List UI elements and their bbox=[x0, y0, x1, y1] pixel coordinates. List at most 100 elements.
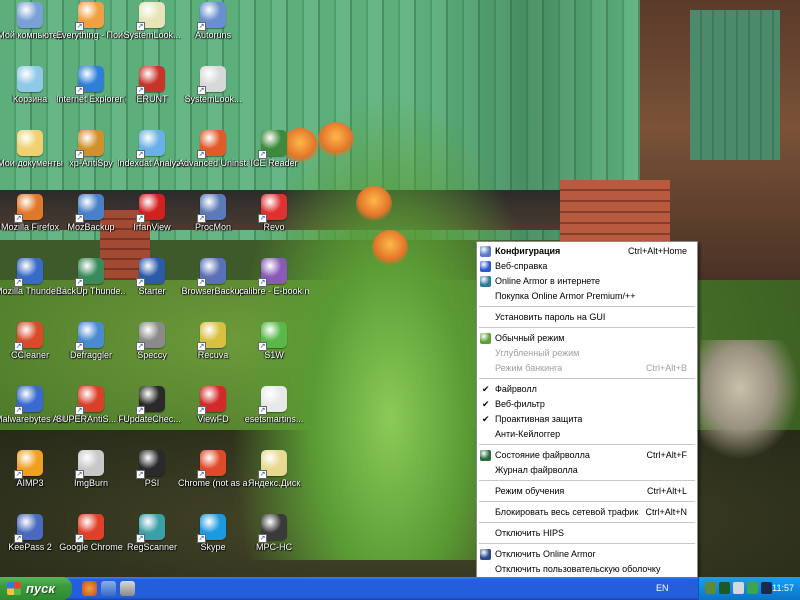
shortcut-arrow-icon: ↗ bbox=[75, 278, 84, 287]
desktop-icon-label: Advanced Uninstaller PR... bbox=[178, 158, 248, 168]
desktop-icon[interactable]: ↗ ViewFD bbox=[178, 386, 248, 424]
desktop-icon-label: Recuva bbox=[197, 350, 229, 360]
desktop-icon[interactable]: ↗ Skype bbox=[178, 514, 248, 552]
menu-item[interactable]: ✔ Файрволл bbox=[477, 382, 697, 397]
menu-item[interactable]: Отключить пользовательскую оболочку bbox=[477, 562, 697, 577]
desktop-icon-label: Skype bbox=[200, 542, 226, 552]
app-icon: ↗ bbox=[136, 2, 165, 31]
shortcut-arrow-icon: ↗ bbox=[258, 278, 267, 287]
desktop-icon[interactable]: ↗ MozBackup bbox=[56, 194, 126, 232]
desktop-icon[interactable]: ↗ SystemLook... bbox=[117, 2, 187, 40]
security-tray-icon[interactable] bbox=[733, 582, 744, 594]
desktop-icon[interactable]: ↗ UpdateChec... bbox=[117, 386, 187, 424]
shortcut-arrow-icon: ↗ bbox=[75, 150, 84, 159]
desktop-icon[interactable]: ↗Advanced Uninstaller PR... bbox=[178, 130, 248, 168]
menu-item-label: Журнал файрволла bbox=[495, 465, 578, 475]
desktop-icon[interactable]: ↗Internet Explorer (no... bbox=[56, 66, 126, 104]
shortcut-arrow-icon: ↗ bbox=[75, 214, 84, 223]
app-icon: ↗ bbox=[75, 194, 104, 223]
desktop-icon[interactable]: ↗ IrfanView bbox=[117, 194, 187, 232]
shortcut-arrow-icon: ↗ bbox=[258, 406, 267, 415]
online-armor-tray-icon[interactable] bbox=[719, 582, 730, 594]
menu-item-label: Отключить пользовательскую оболочку bbox=[495, 564, 661, 574]
desktop-icon[interactable]: ↗ ERUNT bbox=[117, 66, 187, 104]
app-tray-icon[interactable] bbox=[761, 582, 772, 594]
desktop-icon[interactable]: ↗ BackUp Thunde... bbox=[56, 258, 126, 296]
desktop-icon[interactable]: ↗ Recuva bbox=[178, 322, 248, 360]
desktop-icon[interactable]: ↗ Яндекс.Диск bbox=[239, 450, 309, 488]
desktop-icon[interactable]: ↗ Starter bbox=[117, 258, 187, 296]
desktop-icon[interactable]: ↗ Defraggler bbox=[56, 322, 126, 360]
menu-item[interactable]: Блокировать весь сетевой трафик Ctrl+Alt+… bbox=[477, 505, 697, 520]
desktop-icon[interactable]: ↗calibre - E-book management bbox=[239, 258, 309, 296]
menu-item[interactable]: ✔ Проактивная защита bbox=[477, 412, 697, 427]
desktop-icon[interactable]: ↗ RegScanner bbox=[117, 514, 187, 552]
menu-item[interactable]: Обычный режим bbox=[477, 331, 697, 346]
menu-item[interactable]: Online Armor в интернете bbox=[477, 274, 697, 289]
language-indicator[interactable]: EN bbox=[656, 577, 669, 600]
menu-item[interactable]: Конфигурация Ctrl+Alt+Home bbox=[477, 244, 697, 259]
desktop-icon-label: Starter bbox=[138, 286, 166, 296]
check-tray-icon[interactable] bbox=[747, 582, 758, 594]
app-icon: ↗ bbox=[136, 386, 165, 415]
desktop-icon[interactable]: ↗ ImgBurn bbox=[56, 450, 126, 488]
menu-item[interactable]: ✔ Веб-фильтр bbox=[477, 397, 697, 412]
menu-item-shortcut: Ctrl+Alt+F bbox=[646, 450, 687, 460]
menu-item[interactable]: Режим обучения Ctrl+Alt+L bbox=[477, 484, 697, 499]
menu-item[interactable]: Анти-Кейлоггер bbox=[477, 427, 697, 442]
desktop-icon[interactable]: ↗ S1W bbox=[239, 322, 309, 360]
app-quicklaunch-icon[interactable] bbox=[120, 581, 135, 596]
desktop-icon[interactable]: ↗ xp-AntiSpy bbox=[56, 130, 126, 168]
desktop-icon[interactable]: ↗ ICE Reader bbox=[239, 130, 309, 168]
app-icon: ↗ bbox=[197, 130, 226, 159]
start-button[interactable]: пуск bbox=[0, 577, 72, 600]
desktop-icon-label: Chrome (not as admin) bbox=[178, 478, 248, 488]
menu-item[interactable]: Журнал файрволла bbox=[477, 463, 697, 478]
config-icon bbox=[480, 246, 491, 257]
desktop-icon-label: S1W bbox=[264, 350, 284, 360]
menu-item-label: Отключить Online Armor bbox=[495, 549, 596, 559]
menu-item[interactable]: Отключить HIPS bbox=[477, 526, 697, 541]
shortcut-arrow-icon: ↗ bbox=[136, 278, 145, 287]
help-icon bbox=[480, 261, 491, 272]
menu-item[interactable]: Состояние файрволла Ctrl+Alt+F bbox=[477, 448, 697, 463]
app-icon: ↗ bbox=[258, 514, 287, 543]
menu-item-label: Углубленный режим bbox=[495, 348, 580, 358]
desktop-icon[interactable]: ↗ Indexdat Analyzer bbox=[117, 130, 187, 168]
desktop-icon[interactable]: ↗ BrowserBackup bbox=[178, 258, 248, 296]
desktop-icon[interactable]: ↗ SystemLook... bbox=[178, 66, 248, 104]
desktop-icon[interactable]: ↗ MPC-HC bbox=[239, 514, 309, 552]
desktop-icon[interactable]: ↗ Speccy bbox=[117, 322, 187, 360]
app-icon: ↗ bbox=[14, 322, 43, 351]
shortcut-arrow-icon: ↗ bbox=[258, 214, 267, 223]
menu-item[interactable]: Установить пароль на GUI bbox=[477, 310, 697, 325]
app-icon: ↗ bbox=[75, 130, 104, 159]
app-icon: ↗ bbox=[197, 322, 226, 351]
app-icon: ↗ bbox=[258, 130, 287, 159]
firefox-quicklaunch-icon[interactable] bbox=[82, 581, 97, 596]
clock[interactable]: 11:57 bbox=[772, 577, 794, 600]
desktop-icon[interactable]: ↗ Google Chrome bbox=[56, 514, 126, 552]
desktop-icon[interactable]: ↗ Everything - Поиск bbox=[56, 2, 126, 40]
desktop-icon[interactable]: ↗SUPERAntiS... Free Edition bbox=[56, 386, 126, 424]
menu-item[interactable]: Покупка Online Armor Premium/++ bbox=[477, 289, 697, 304]
desktop-icon[interactable]: ↗ esetsmartins... bbox=[239, 386, 309, 424]
menu-item[interactable]: Отключить Online Armor bbox=[477, 547, 697, 562]
desktop-icon-label: calibre - E-book management bbox=[239, 286, 309, 296]
desktop-icon[interactable]: ↗ PSI bbox=[117, 450, 187, 488]
desktop-icon[interactable]: ↗Chrome (not as admin) bbox=[178, 450, 248, 488]
desktop-icon[interactable]: ↗ Autoruns bbox=[178, 2, 248, 40]
desktop-icon-label: ERUNT bbox=[136, 94, 168, 104]
app-icon: ↗ bbox=[75, 66, 104, 95]
desktop-icon[interactable]: ↗ Revo bbox=[239, 194, 309, 232]
menu-item[interactable]: Веб-справка bbox=[477, 259, 697, 274]
menu-item-label: Веб-справка bbox=[495, 261, 548, 271]
network-tray-icon[interactable] bbox=[705, 582, 716, 594]
desktop-icon-label: BackUp Thunde... bbox=[56, 286, 126, 296]
desktop-icon[interactable]: ↗ ProcMon bbox=[178, 194, 248, 232]
show-desktop-quicklaunch-icon[interactable] bbox=[101, 581, 116, 596]
windows-logo-icon bbox=[7, 582, 21, 595]
system-tray: 11:57 bbox=[698, 577, 800, 600]
menu-item-label: Анти-Кейлоггер bbox=[495, 429, 561, 439]
app-icon: ↗ bbox=[75, 2, 104, 31]
